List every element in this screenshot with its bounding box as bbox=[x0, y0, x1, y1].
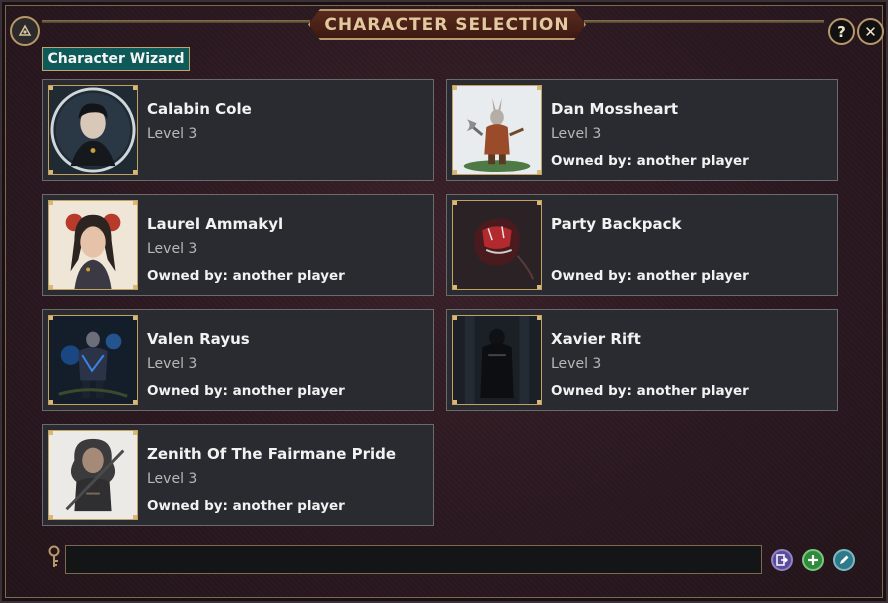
character-level: Level 3 bbox=[147, 356, 198, 372]
character-name: Party Backpack bbox=[551, 215, 682, 233]
import-icon bbox=[776, 554, 788, 566]
import-button[interactable] bbox=[771, 549, 793, 571]
close-icon: ✕ bbox=[864, 22, 877, 41]
character-portrait bbox=[48, 430, 138, 520]
title-rule-right bbox=[584, 20, 824, 23]
character-name: Laurel Ammakyl bbox=[147, 215, 284, 233]
window-emblem-icon bbox=[10, 16, 40, 46]
character-level: Level 3 bbox=[147, 471, 198, 487]
character-card-zenith[interactable]: Zenith Of The Fairmane Pride Level 3 Own… bbox=[42, 424, 434, 526]
character-level: Level 3 bbox=[147, 126, 198, 142]
character-card-dan-mossheart[interactable]: Dan Mossheart Level 3 Owned by: another … bbox=[446, 79, 838, 181]
character-card-valen-rayus[interactable]: Valen Rayus Level 3 Owned by: another pl… bbox=[42, 309, 434, 411]
help-button[interactable]: ? bbox=[828, 18, 855, 45]
character-card-laurel-ammakyl[interactable]: Laurel Ammakyl Level 3 Owned by: another… bbox=[42, 194, 434, 296]
add-button[interactable] bbox=[802, 549, 824, 571]
window-title-plate: CHARACTER SELECTION bbox=[308, 9, 586, 40]
character-wizard-label: Character Wizard bbox=[47, 51, 185, 67]
window-title: CHARACTER SELECTION bbox=[324, 14, 570, 35]
character-card-party-backpack[interactable]: Party Backpack Owned by: another player bbox=[446, 194, 838, 296]
character-owner: Owned by: another player bbox=[551, 383, 749, 399]
edit-button[interactable] bbox=[833, 549, 855, 571]
character-owner: Owned by: another player bbox=[147, 268, 345, 284]
character-wizard-button[interactable]: Character Wizard bbox=[42, 47, 190, 71]
character-card-calabin-cole[interactable]: Calabin Cole Level 3 bbox=[42, 79, 434, 181]
character-name: Xavier Rift bbox=[551, 330, 641, 348]
close-button[interactable]: ✕ bbox=[857, 18, 884, 45]
character-name: Valen Rayus bbox=[147, 330, 250, 348]
character-level: Level 3 bbox=[551, 356, 602, 372]
character-portrait bbox=[48, 85, 138, 175]
character-level: Level 3 bbox=[551, 126, 602, 142]
character-portrait bbox=[48, 315, 138, 405]
character-card-xavier-rift[interactable]: Xavier Rift Level 3 Owned by: another pl… bbox=[446, 309, 838, 411]
plus-icon bbox=[808, 555, 818, 565]
key-search-icon bbox=[46, 545, 62, 573]
character-name: Zenith Of The Fairmane Pride bbox=[147, 445, 397, 463]
chat-input[interactable] bbox=[65, 545, 762, 574]
character-level: Level 3 bbox=[147, 241, 198, 257]
help-icon: ? bbox=[837, 22, 846, 41]
character-owner: Owned by: another player bbox=[551, 268, 749, 284]
character-portrait bbox=[452, 85, 542, 175]
character-portrait bbox=[452, 200, 542, 290]
character-portrait bbox=[452, 315, 542, 405]
pencil-icon bbox=[840, 555, 849, 564]
character-owner: Owned by: another player bbox=[147, 498, 345, 514]
character-portrait bbox=[48, 200, 138, 290]
character-selection-window: CHARACTER SELECTION ? ✕ Character Wizard… bbox=[0, 0, 888, 603]
title-rule-left bbox=[42, 20, 310, 23]
character-owner: Owned by: another player bbox=[147, 383, 345, 399]
character-name: Dan Mossheart bbox=[551, 100, 679, 118]
character-owner: Owned by: another player bbox=[551, 153, 749, 169]
character-name: Calabin Cole bbox=[147, 100, 252, 118]
